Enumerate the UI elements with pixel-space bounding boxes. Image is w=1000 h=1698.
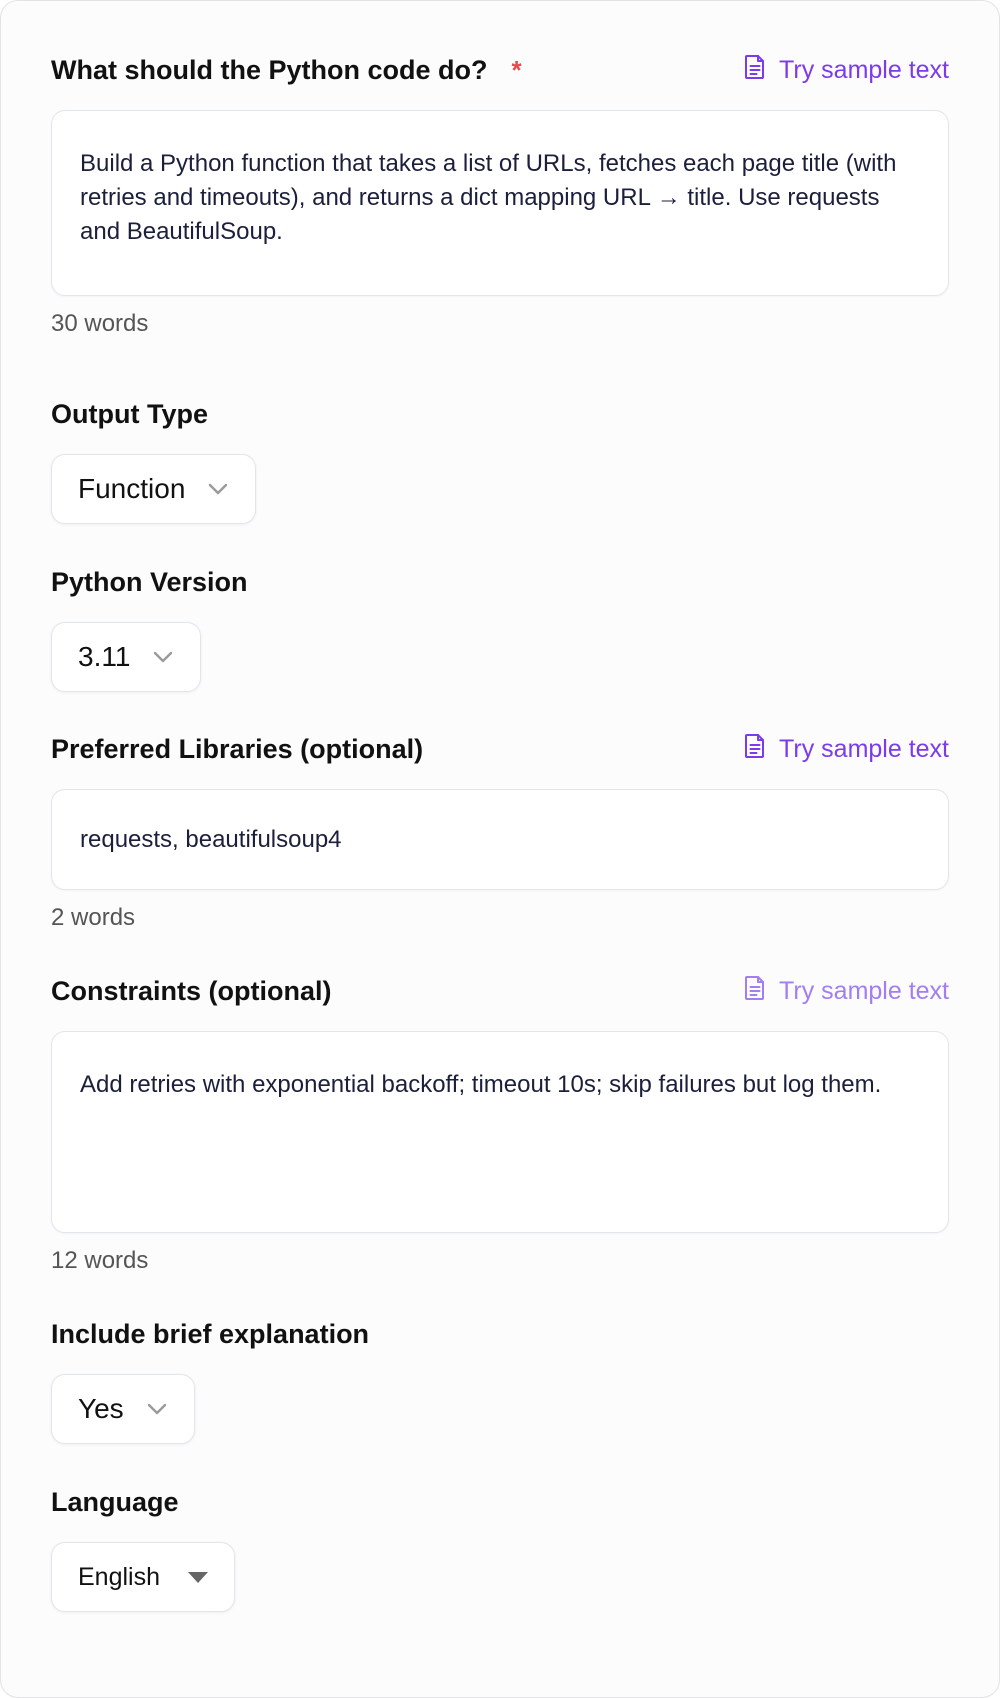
- libraries-input[interactable]: requests, beautifulsoup4: [51, 789, 949, 890]
- chevron-down-icon: [152, 650, 174, 664]
- try-sample-text-link-constraints[interactable]: Try sample text: [743, 975, 949, 1008]
- language-label: Language: [51, 1486, 179, 1517]
- constraints-section: Constraints (optional) Try sample text A…: [51, 971, 949, 1275]
- python-version-label: Python Version: [51, 566, 248, 597]
- language-value: English: [78, 1562, 160, 1591]
- output-type-label: Output Type: [51, 398, 208, 429]
- output-type-section: Output Type Function: [51, 394, 949, 524]
- python-version-value: 3.11: [78, 641, 131, 672]
- document-icon: [743, 54, 767, 87]
- try-sample-text-label: Try sample text: [779, 976, 949, 1005]
- task-textarea[interactable]: Build a Python function that takes a lis…: [51, 110, 949, 296]
- required-mark: *: [511, 54, 522, 85]
- constraints-textarea[interactable]: Add retries with exponential backoff; ti…: [51, 1031, 949, 1233]
- task-section: What should the Python code do? * Try sam…: [51, 50, 949, 338]
- chevron-down-icon: [146, 1402, 168, 1416]
- libraries-label: Preferred Libraries (optional): [51, 733, 424, 764]
- chevron-down-icon: [207, 482, 229, 496]
- task-label: What should the Python code do?: [51, 54, 488, 85]
- output-type-select[interactable]: Function: [51, 454, 257, 524]
- explanation-select[interactable]: Yes: [51, 1374, 195, 1444]
- form-card: What should the Python code do? * Try sam…: [0, 0, 1000, 1698]
- libraries-word-count: 2 words: [51, 904, 136, 931]
- caret-down-icon: [188, 1571, 208, 1583]
- task-word-count: 30 words: [51, 310, 149, 337]
- output-type-value: Function: [78, 473, 186, 504]
- explanation-value: Yes: [78, 1393, 124, 1424]
- document-icon: [743, 975, 767, 1008]
- try-sample-text-label: Try sample text: [779, 734, 949, 763]
- try-sample-text-label: Try sample text: [779, 55, 949, 84]
- explanation-label: Include brief explanation: [51, 1318, 370, 1349]
- python-version-section: Python Version 3.11: [51, 562, 949, 692]
- language-section: Language English: [51, 1482, 949, 1612]
- try-sample-text-link-libraries[interactable]: Try sample text: [743, 733, 949, 766]
- python-version-select[interactable]: 3.11: [51, 622, 202, 692]
- constraints-label: Constraints (optional): [51, 975, 332, 1006]
- language-select[interactable]: English: [51, 1542, 235, 1612]
- explanation-section: Include brief explanation Yes: [51, 1314, 949, 1444]
- libraries-section: Preferred Libraries (optional) Try sampl…: [51, 729, 949, 932]
- constraints-word-count: 12 words: [51, 1247, 149, 1274]
- try-sample-text-link-task[interactable]: Try sample text: [743, 54, 949, 87]
- task-label-wrap: What should the Python code do? *: [51, 55, 522, 86]
- document-icon: [743, 733, 767, 766]
